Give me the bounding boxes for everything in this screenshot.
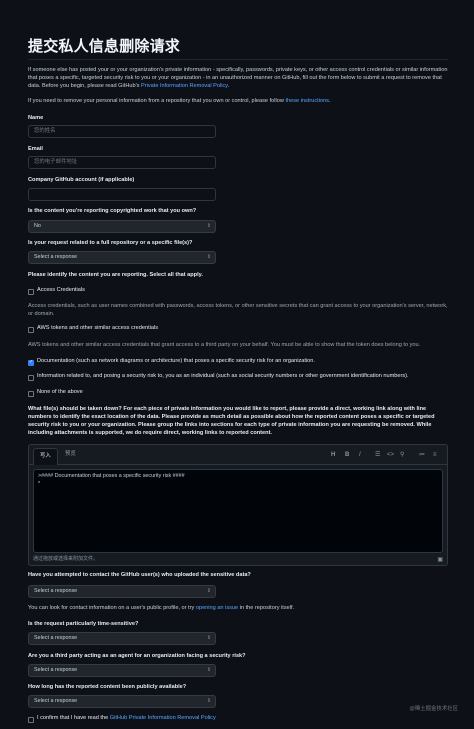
title-divider [28, 59, 448, 60]
bold-icon[interactable]: B [345, 451, 349, 459]
confirm-text: I confirm that I have read the [37, 715, 110, 721]
company-field[interactable] [28, 188, 216, 201]
contact-label: Have you attempted to contact the GitHub… [28, 572, 251, 578]
quote-icon[interactable]: ☰ [375, 451, 380, 459]
repo-select[interactable]: Select a response ⇕ [28, 251, 216, 264]
editor-textarea[interactable]: >#### Documentation that poses a specifi… [33, 469, 443, 553]
markdown-editor: 写入 预览 H B I ☰ <> ⚲ ≔ ≡ >#### Documentati… [28, 444, 448, 566]
numbered-list-icon[interactable]: ≡ [433, 451, 437, 459]
time-sensitive-select[interactable]: Select a response ⇕ [28, 632, 216, 645]
editor-line-1: >#### Documentation that poses a specifi… [38, 473, 185, 479]
attach-files-hint[interactable]: 通过拖放或选择来附加文件。 [33, 556, 98, 563]
editor-line-2: * [38, 480, 41, 487]
intro-paragraph-2: If you need to remove your personal info… [28, 98, 448, 106]
access-credentials-checkbox[interactable] [28, 289, 34, 295]
copyright-label: Is the content you're reporting copyrigh… [28, 208, 197, 214]
watermark: @稀土掘金技术社区 [409, 706, 458, 712]
chevron-updown-icon: ⇕ [206, 667, 211, 673]
how-long-select[interactable]: Select a response ⇕ [28, 695, 216, 708]
files-label: What file(s) should be taken down? For e… [28, 406, 435, 437]
markdown-icon: ▣ [437, 557, 443, 563]
contact-note: You can look for contact information on … [28, 605, 294, 613]
code-icon[interactable]: <> [387, 451, 394, 459]
documentation-checkbox[interactable] [28, 359, 34, 366]
page-title: 提交私人信息删除请求 [28, 38, 181, 55]
how-long-select-value: Select a response [34, 698, 78, 704]
private-info-policy-link[interactable]: Private Information Removal Policy [141, 83, 228, 89]
editor-tab-bar: 写入 预览 H B I ☰ <> ⚲ ≔ ≡ [29, 445, 447, 465]
chevron-updown-icon: ⇕ [206, 588, 211, 594]
none-of-above-checkbox[interactable] [28, 391, 34, 397]
bulleted-list-icon[interactable]: ≔ [419, 451, 425, 459]
contact-select-value: Select a response [34, 588, 78, 594]
aws-tokens-description: AWS tokens and other similar access cred… [28, 342, 421, 348]
confirm-policy-checkbox[interactable] [28, 717, 34, 723]
company-label: Company GitHub account (if applicable) [28, 177, 135, 183]
link-icon[interactable]: ⚲ [400, 451, 404, 459]
agent-label: Are you a third party acting as an agent… [28, 653, 246, 659]
chevron-updown-icon: ⇕ [206, 698, 211, 704]
copyright-select[interactable]: No ⇕ [28, 220, 216, 233]
aws-tokens-checkbox[interactable] [28, 327, 34, 333]
how-long-label: How long has the reported content been p… [28, 684, 187, 690]
confirm-policy-label: I confirm that I have read the GitHub Pr… [37, 715, 216, 723]
intro-1-text: If someone else has posted your or your … [28, 67, 448, 89]
tab-write[interactable]: 写入 [33, 448, 58, 465]
italic-icon[interactable]: I [359, 451, 361, 459]
intro-2-end: . [328, 98, 331, 104]
contact-select[interactable]: Select a response ⇕ [28, 585, 216, 598]
intro-paragraph-1: If someone else has posted your or your … [28, 67, 448, 90]
confirm-policy-link[interactable]: GitHub Private Information Removal Polic… [110, 715, 216, 721]
identify-label: Please identify the content you are repo… [28, 272, 203, 278]
documentation-label: Documentation (such as network diagrams … [37, 358, 315, 364]
none-of-above-label: None of the above [37, 389, 83, 395]
opening-an-issue-link[interactable]: opening an issue [196, 605, 238, 611]
chevron-updown-icon: ⇕ [206, 635, 211, 641]
access-credentials-label: Access Credentials [37, 287, 85, 293]
heading-icon[interactable]: H [331, 451, 335, 459]
repo-label: Is your request related to a full reposi… [28, 240, 193, 246]
time-sensitive-select-value: Select a response [34, 635, 78, 641]
copyright-select-value: No [34, 223, 41, 229]
name-label: Name [28, 115, 44, 121]
agent-select-value: Select a response [34, 667, 78, 673]
tab-preview[interactable]: 预览 [65, 451, 76, 459]
repo-select-value: Select a response [34, 254, 78, 260]
individual-info-checkbox[interactable] [28, 375, 34, 381]
email-field[interactable]: 您的电子邮件地址 [28, 156, 216, 169]
access-credentials-description: Access credentials, such as user names c… [28, 303, 448, 317]
chevron-updown-icon: ⇕ [206, 223, 211, 229]
these-instructions-link[interactable]: these instructions [285, 98, 329, 104]
contact-note-end: in the repository itself. [238, 605, 295, 611]
email-label: Email [28, 146, 43, 152]
individual-info-label: Information related to, and posing a sec… [37, 373, 409, 379]
intro-2-text: If you need to remove your personal info… [28, 98, 286, 104]
agent-select[interactable]: Select a response ⇕ [28, 664, 216, 677]
time-sensitive-label: Is the request particularly time-sensiti… [28, 621, 139, 627]
contact-note-text: You can look for contact information on … [28, 605, 196, 611]
name-field[interactable]: 您的姓名 [28, 125, 216, 138]
intro-1-end: . [227, 82, 230, 89]
aws-tokens-label: AWS tokens and other similar access cred… [37, 325, 159, 331]
chevron-updown-icon: ⇕ [206, 254, 211, 260]
